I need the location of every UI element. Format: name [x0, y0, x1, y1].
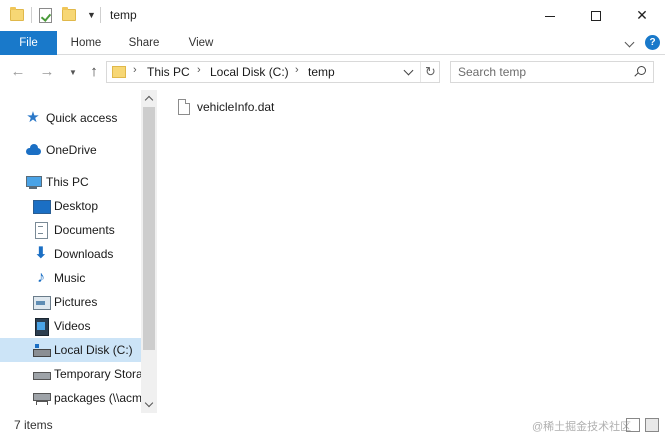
sidebar-item-label: Documents [54, 223, 115, 237]
address-dropdown-chevron-icon[interactable] [399, 62, 419, 82]
tab-view[interactable]: View [175, 31, 227, 55]
maximize-icon [591, 11, 601, 22]
search-box[interactable] [450, 61, 654, 83]
pictures-icon [33, 294, 51, 310]
folder-icon [10, 7, 24, 22]
chevron-down-icon[interactable]: ▼ [87, 10, 96, 20]
window-title: temp [110, 8, 137, 22]
recent-locations-chevron-icon[interactable]: ▼ [64, 65, 82, 81]
breadcrumb-this-pc[interactable]: This PC [147, 65, 190, 79]
sidebar-item-temporary-storage[interactable]: Temporary Stora [0, 362, 141, 386]
sidebar-item-quick-access[interactable]: ★ Quick access [0, 106, 141, 130]
download-arrow-icon: ⬇ [34, 245, 48, 262]
sidebar-item-desktop[interactable]: Desktop [0, 194, 141, 218]
maximize-button[interactable] [573, 0, 619, 31]
quick-access-toolbar: ▼ [10, 7, 108, 23]
sidebar-item-label: Downloads [54, 247, 114, 261]
navigation-pane: ★ Quick access OneDrive This PC Desktop … [0, 90, 157, 413]
sidebar-item-documents[interactable]: Documents [0, 218, 141, 242]
tab-share[interactable]: Share [116, 31, 172, 55]
minimize-icon [545, 15, 555, 17]
tab-home[interactable]: Home [58, 31, 114, 55]
search-icon[interactable] [634, 66, 646, 78]
star-icon: ★ [26, 109, 40, 126]
documents-icon [33, 222, 49, 239]
network-drive-icon [33, 390, 51, 406]
breadcrumb-chevron-icon[interactable]: › [295, 64, 299, 76]
status-bar: 7 items @稀土掘金技术社区 [0, 413, 665, 437]
tab-file[interactable]: File [0, 31, 57, 55]
close-button[interactable]: ✕ [619, 0, 665, 31]
new-folder-icon[interactable] [62, 7, 76, 22]
breadcrumb-local-disk[interactable]: Local Disk (C:) [210, 65, 289, 79]
sidebar-item-label: Pictures [54, 295, 98, 309]
scroll-down-arrow-icon[interactable] [141, 397, 157, 413]
breadcrumb-temp[interactable]: temp [308, 65, 335, 79]
navigation-bar: ← → ▼ ↑ › This PC › Local Disk (C:) › te… [0, 55, 665, 90]
sidebar-item-label: Desktop [54, 199, 99, 213]
sidebar-item-music[interactable]: ♪ Music [0, 266, 141, 290]
title-bar: ▼ temp ✕ [0, 0, 665, 31]
address-bar[interactable]: › This PC › Local Disk (C:) › temp ↻ [106, 61, 440, 83]
navigation-scrollbar[interactable] [141, 90, 157, 413]
close-icon: ✕ [636, 7, 648, 23]
sidebar-item-packages[interactable]: packages (\\acm [0, 386, 141, 410]
sidebar-item-label: OneDrive [46, 143, 97, 157]
toolbar-divider [31, 7, 32, 23]
folder-icon [112, 66, 126, 78]
watermark: @稀土掘金技术社区 [532, 421, 632, 433]
sidebar-item-label: Music [54, 271, 86, 285]
breadcrumb-chevron-icon[interactable]: › [133, 64, 137, 76]
file-list[interactable]: vehicleInfo.dat [157, 90, 665, 413]
drive-icon [33, 342, 51, 358]
file-icon [178, 99, 190, 115]
minimize-button[interactable] [527, 0, 573, 31]
cloud-icon [25, 142, 41, 158]
scroll-up-arrow-icon[interactable] [141, 90, 157, 106]
sidebar-item-label: Quick access [46, 111, 118, 125]
scrollbar-thumb[interactable] [143, 107, 155, 350]
sidebar-item-onedrive[interactable]: OneDrive [0, 138, 141, 162]
ribbon-tabs: File Home Share View ? [0, 31, 665, 55]
refresh-icon[interactable]: ↻ [420, 62, 440, 82]
sidebar-item-videos[interactable]: Videos [0, 314, 141, 338]
details-view-icon[interactable] [626, 418, 640, 432]
videos-icon [33, 318, 49, 336]
back-arrow-icon[interactable]: ← [9, 64, 27, 80]
drive-icon [33, 366, 51, 382]
sidebar-item-local-disk[interactable]: Local Disk (C:) [0, 338, 141, 362]
sidebar-item-label: Local Disk (C:) [54, 343, 133, 357]
breadcrumb-chevron-icon[interactable]: › [197, 64, 201, 76]
sidebar-item-label: Videos [54, 319, 91, 333]
expand-ribbon-chevron-icon[interactable] [623, 36, 637, 50]
item-count: 7 items [14, 418, 53, 432]
computer-icon [25, 174, 42, 190]
file-name: vehicleInfo.dat [197, 100, 275, 114]
toolbar-divider [99, 7, 101, 23]
sidebar-item-this-pc[interactable]: This PC [0, 170, 141, 194]
up-arrow-icon[interactable]: ↑ [85, 64, 103, 80]
sidebar-item-downloads[interactable]: ⬇ Downloads [0, 242, 141, 266]
sidebar-item-pictures[interactable]: Pictures [0, 290, 141, 314]
properties-icon[interactable] [39, 8, 53, 23]
sidebar-item-label: This PC [46, 175, 89, 189]
music-note-icon: ♪ [37, 269, 45, 286]
search-input[interactable] [451, 62, 631, 82]
sidebar-item-label: Temporary Stora [54, 367, 141, 381]
desktop-icon [33, 198, 51, 214]
sidebar-item-label: packages (\\acm [54, 391, 141, 405]
help-icon[interactable]: ? [645, 35, 660, 50]
large-icons-view-icon[interactable] [645, 418, 659, 432]
forward-arrow-icon[interactable]: → [38, 64, 56, 80]
